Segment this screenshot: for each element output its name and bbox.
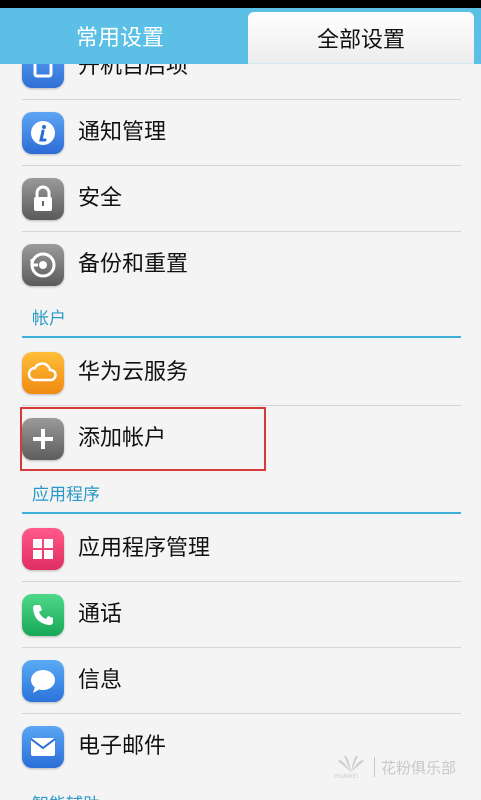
settings-item-calls[interactable]: 通话 [22, 582, 461, 648]
chat-bubble-icon [22, 660, 64, 702]
status-bar [0, 0, 481, 8]
settings-item-huawei-cloud[interactable]: 华为云服务 [22, 340, 461, 406]
watermark-separator [374, 757, 375, 777]
cloud-icon [22, 352, 64, 394]
app-square-icon [22, 64, 64, 88]
settings-item-label: 通话 [78, 602, 123, 627]
section-header-apps: 应用程序 [22, 474, 461, 514]
section-title: 智能辅助 [32, 790, 100, 800]
settings-tab-bar: 常用设置 全部设置 [0, 8, 481, 64]
app-grid-icon [22, 528, 64, 570]
watermark: HUAWEI 花粉俱乐部 [334, 752, 456, 782]
settings-item-label: 应用程序管理 [78, 536, 211, 561]
settings-list[interactable]: 开机自启项 通知管理 安全 备份和重置 帐户 华为云服务 添加帐户 应用程序 应… [0, 64, 481, 800]
settings-item-security[interactable]: 安全 [22, 166, 461, 232]
section-divider [22, 336, 461, 338]
settings-item-label: 电子邮件 [78, 734, 167, 759]
huawei-logo-icon: HUAWEI [334, 752, 368, 782]
section-title: 帐户 [32, 309, 66, 329]
settings-item-label: 安全 [78, 186, 123, 211]
lock-icon [22, 178, 64, 220]
section-divider [22, 512, 461, 514]
tab-all-settings[interactable]: 全部设置 [248, 12, 474, 64]
highlight-box [20, 407, 266, 471]
settings-item-label: 信息 [78, 668, 123, 693]
settings-item-label: 开机自启项 [78, 64, 189, 79]
settings-item-backup-reset[interactable]: 备份和重置 [22, 232, 461, 298]
phone-icon [22, 594, 64, 636]
section-title: 应用程序 [32, 485, 100, 505]
tab-common-settings[interactable]: 常用设置 [0, 8, 240, 64]
watermark-text: 花粉俱乐部 [381, 758, 457, 777]
section-header-smart-assist: 智能辅助 [22, 784, 461, 800]
watermark-brand: HUAWEI [334, 773, 359, 780]
settings-item-app-manager[interactable]: 应用程序管理 [22, 516, 461, 582]
settings-item-startup-apps[interactable]: 开机自启项 [22, 64, 461, 100]
settings-item-label: 备份和重置 [78, 252, 189, 277]
mail-icon [22, 726, 64, 768]
settings-item-label: 华为云服务 [78, 360, 189, 385]
info-icon [22, 112, 64, 154]
restore-icon [22, 244, 64, 286]
settings-item-notification-manager[interactable]: 通知管理 [22, 100, 461, 166]
section-header-account: 帐户 [22, 298, 461, 338]
settings-item-messages[interactable]: 信息 [22, 648, 461, 714]
settings-item-label: 通知管理 [78, 120, 167, 145]
